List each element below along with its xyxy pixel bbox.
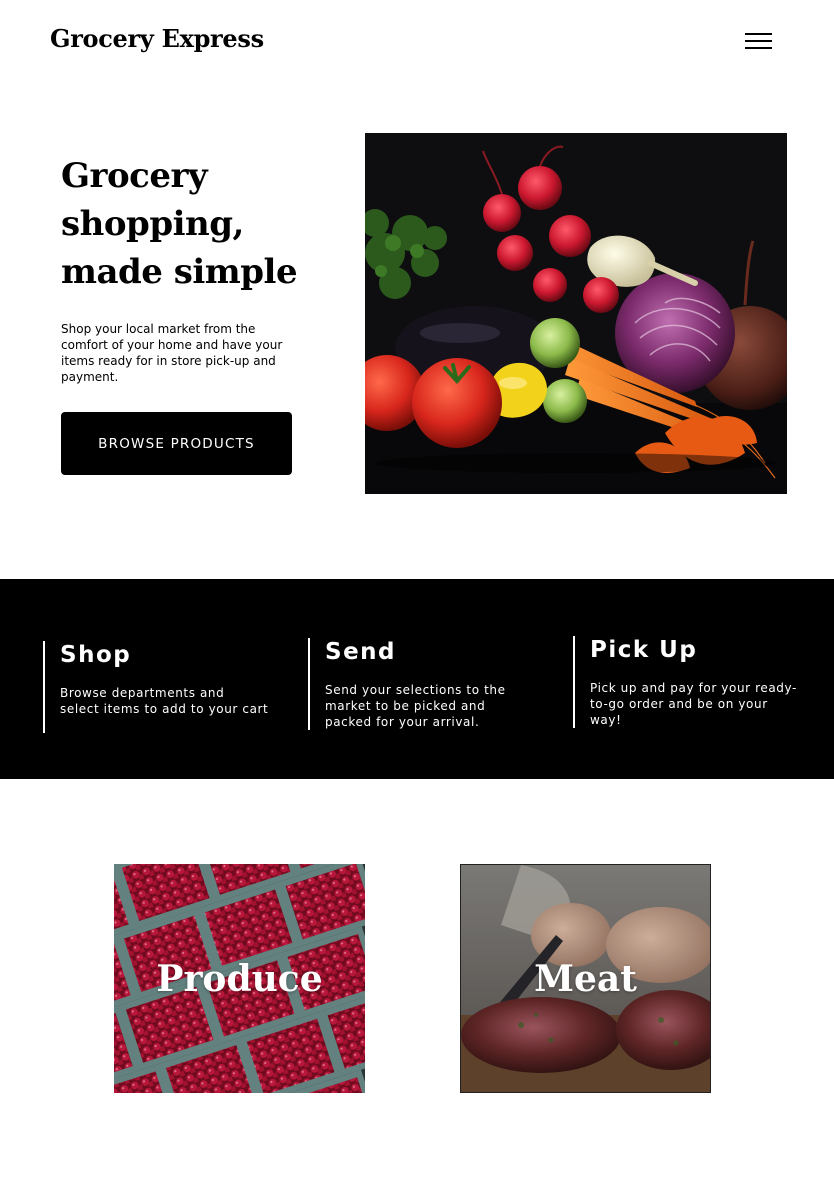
vegetables-illustration — [365, 133, 787, 494]
hero-description-line: comfort of your home and have your — [61, 338, 283, 352]
step-title: Shop — [60, 642, 132, 668]
step-description-line: market to be picked and — [325, 699, 486, 713]
step-description-line: Pick up and pay for your ready- — [590, 681, 797, 695]
hero-title-line: Grocery — [61, 156, 208, 196]
step-description-line: way! — [590, 713, 622, 727]
site-header: Grocery Express — [0, 0, 834, 80]
category-card-produce[interactable]: Produce — [114, 864, 365, 1093]
step-description: Pick up and pay for your ready- to-go or… — [590, 680, 797, 728]
step-pick-up: Pick Up Pick up and pay for your ready- … — [573, 636, 797, 728]
step-send: Send Send your selections to the market … — [308, 638, 506, 730]
menu-bar — [745, 33, 772, 35]
category-card-meat[interactable]: Meat — [460, 864, 711, 1093]
category-label: Meat — [534, 957, 637, 1000]
hero-description-line: Shop your local market from the — [61, 322, 256, 336]
step-title: Send — [325, 639, 397, 665]
brand-logo[interactable]: Grocery Express — [50, 24, 264, 53]
step-shop: Shop Browse departments and select items… — [43, 641, 268, 733]
hero-title: Grocery shopping, made simple — [61, 152, 341, 296]
hero-description-line: payment. — [61, 370, 119, 384]
step-description-line: select items to add to your cart — [60, 702, 269, 716]
step-description-line: packed for your arrival. — [325, 715, 480, 729]
category-label: Produce — [156, 957, 323, 1000]
menu-bar — [745, 47, 772, 49]
how-it-works-band: Shop Browse departments and select items… — [0, 579, 834, 779]
step-description: Browse departments and select items to a… — [60, 685, 268, 717]
vegetables-still-life-image — [365, 133, 787, 494]
hamburger-menu-icon[interactable] — [740, 28, 776, 54]
hero-title-line: made simple — [61, 252, 298, 292]
hero-description-line: items ready for in store pick-up and — [61, 354, 276, 368]
browse-products-button[interactable]: BROWSE PRODUCTS — [61, 412, 292, 475]
hero-title-line: shopping, — [61, 204, 244, 244]
step-description: Send your selections to the market to be… — [325, 682, 506, 730]
menu-bar — [745, 40, 772, 42]
step-description-line: to-go order and be on your — [590, 697, 768, 711]
hero-description: Shop your local market from the comfort … — [61, 321, 283, 385]
step-title: Pick Up — [590, 637, 698, 663]
step-description-line: Send your selections to the — [325, 683, 506, 697]
step-description-line: Browse departments and — [60, 686, 225, 700]
